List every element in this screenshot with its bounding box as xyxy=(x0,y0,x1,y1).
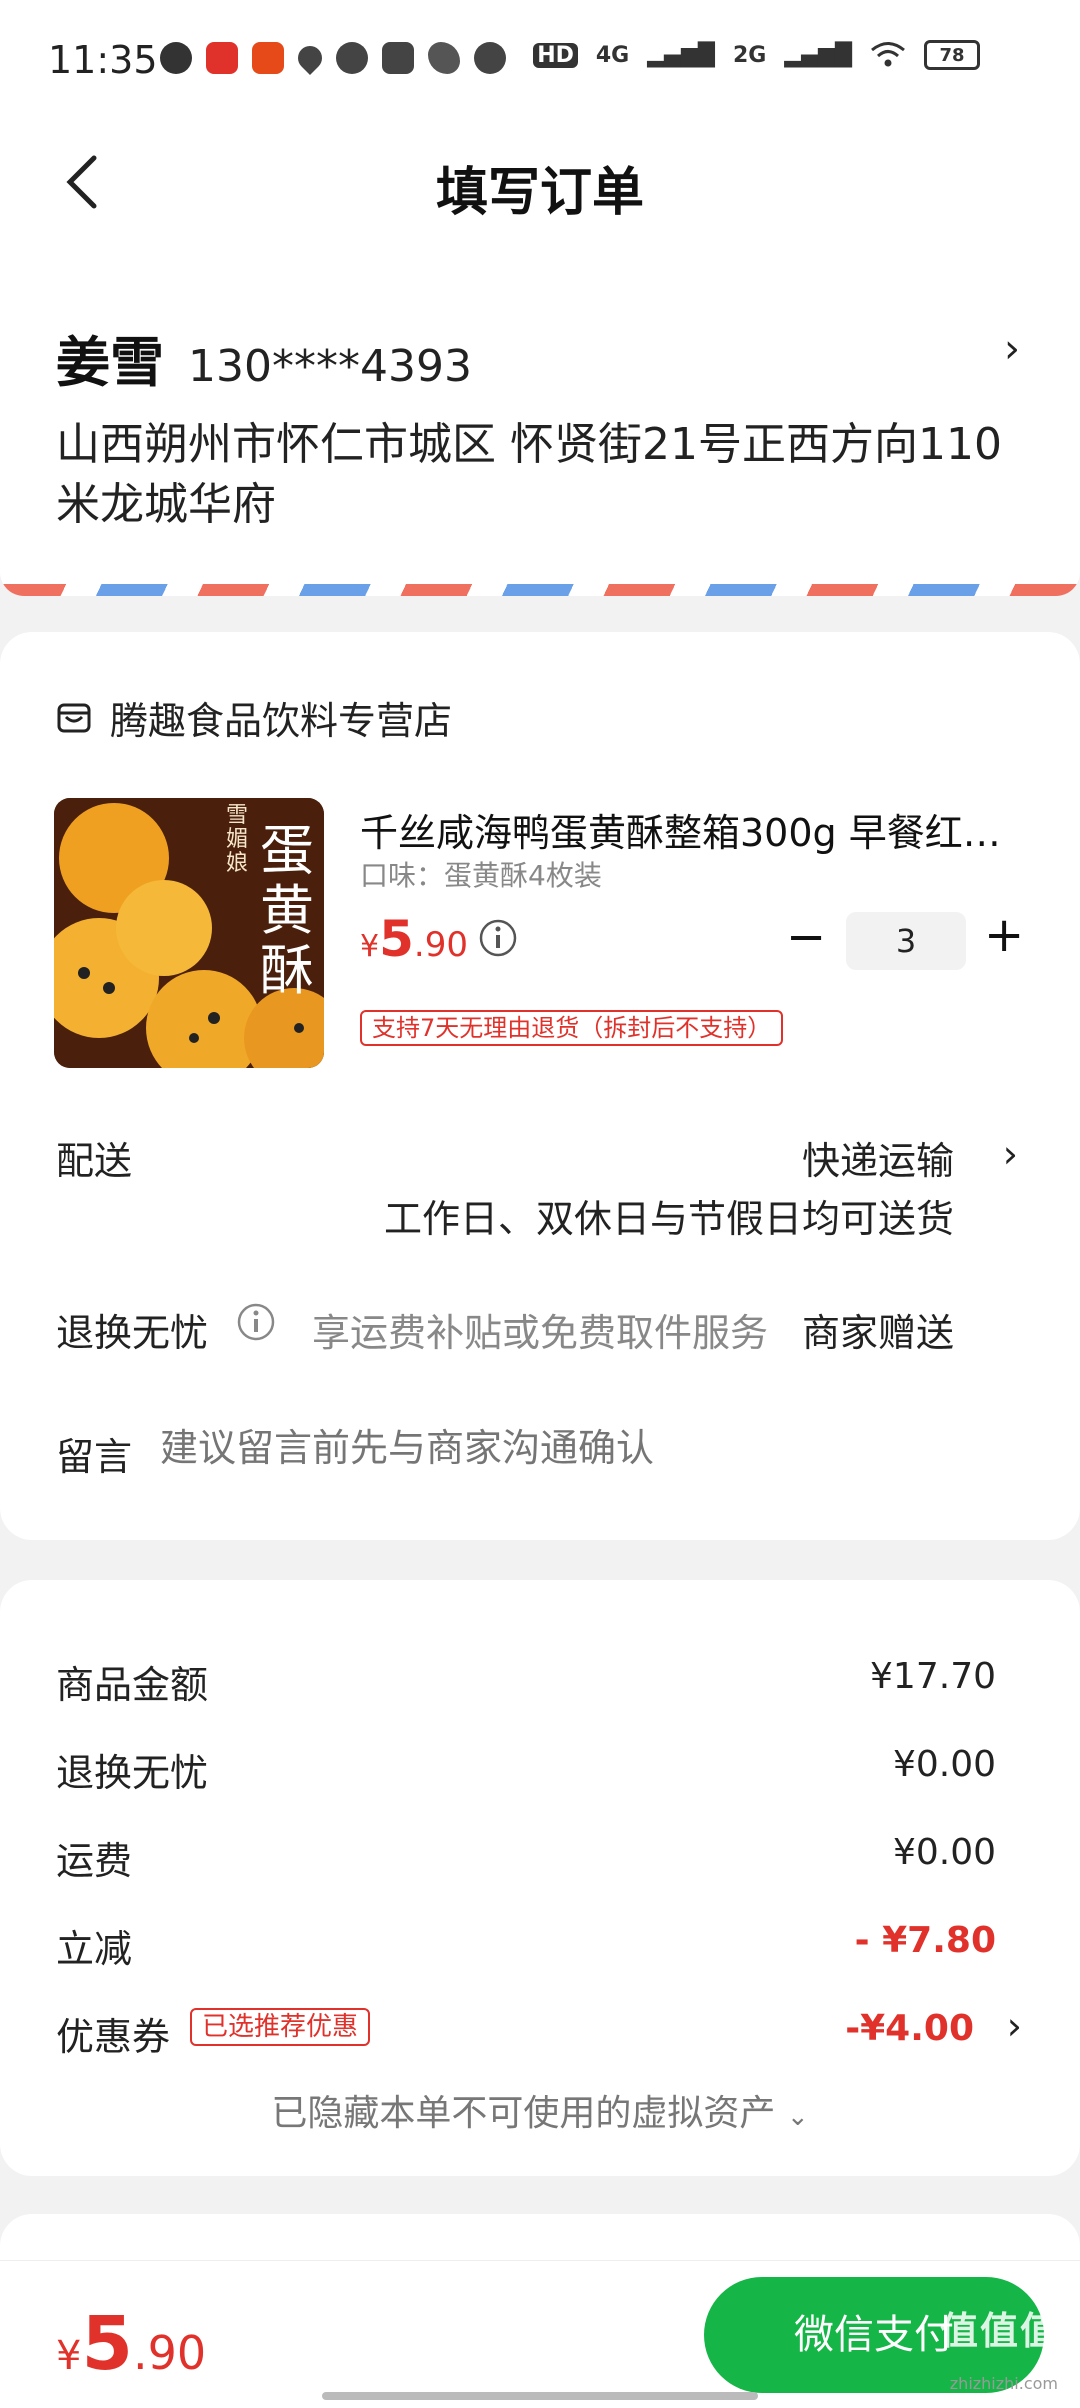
quantity-decrease-button[interactable]: − xyxy=(786,912,826,962)
shop-name: 腾趣食品饮料专营店 xyxy=(110,699,453,743)
home-indicator[interactable] xyxy=(322,2392,758,2400)
total-decimal: .90 xyxy=(132,2326,207,2380)
envelope-stripe xyxy=(0,584,1080,596)
coupon-recommend-tag: 已选推荐优惠 xyxy=(190,2008,371,2046)
chevron-down-icon: ⌄ xyxy=(786,2102,809,2132)
chevron-right-icon[interactable]: › xyxy=(1003,1132,1018,1176)
worry-free-description: 享运费补贴或免费取件服务 xyxy=(312,1311,769,1355)
app-red-icon xyxy=(206,42,238,74)
recipient-phone: 130****4393 xyxy=(188,341,472,392)
signal-2g-icon: 2G xyxy=(732,42,767,68)
shipping-fee-value: ¥0.00 xyxy=(892,1832,996,1873)
total-integer: 5 xyxy=(81,2301,133,2387)
address-detail: 山西朔州市怀仁市城区 怀贤街21号正西方向110米龙城华府 xyxy=(56,419,1002,530)
product-spec: 口味：蛋黄酥4枚装 xyxy=(360,859,602,892)
shipping-fee-label: 运费 xyxy=(56,1839,133,1883)
product-price: ¥ 5 .90 xyxy=(360,910,468,968)
return-policy-tag: 支持7天无理由退货（拆封后不支持） xyxy=(360,1010,784,1046)
watermark-url: zhizhizhi.com xyxy=(949,2374,1058,2393)
delivery-method[interactable]: 快递运输 xyxy=(802,1130,954,1185)
message-label: 留言 xyxy=(56,1435,133,1479)
nav-bar: 填写订单 xyxy=(0,124,1080,240)
product-image-title-3: 酥 xyxy=(260,939,314,1002)
delivery-label: 配送 xyxy=(56,1139,133,1183)
watermark: 值值值 xyxy=(939,2309,1060,2353)
info-icon[interactable] xyxy=(478,918,518,958)
wifi-icon xyxy=(871,42,905,67)
notification-icons xyxy=(160,41,506,75)
bird-icon xyxy=(428,42,460,74)
worry-free-fee-label: 退换无忧 xyxy=(56,1751,209,1795)
price-decimal: .90 xyxy=(413,925,468,965)
price-summary-card: 商品金额 ¥17.70 退换无忧 ¥0.00 运费 ¥0.00 立减 - ¥7.… xyxy=(0,1580,1080,2176)
coupon-label: 优惠券 xyxy=(56,2015,171,2059)
product-title[interactable]: 千丝咸海鸭蛋黄酥整箱300g 早餐红… xyxy=(360,802,1020,857)
address-card[interactable]: 姜雪 130****4393 › 山西朔州市怀仁市城区 怀贤街21号正西方向11… xyxy=(0,240,1080,596)
battery-level: 78 xyxy=(939,44,965,66)
location-icon xyxy=(293,41,327,75)
total-price: ¥ 5 .90 xyxy=(56,2301,206,2387)
discount-label: 立减 xyxy=(56,1927,133,1971)
status-time: 11:35 xyxy=(48,38,158,82)
message-input[interactable] xyxy=(160,1426,980,1470)
chevron-right-icon[interactable]: › xyxy=(1004,326,1020,372)
hidden-assets-toggle[interactable]: 已隐藏本单不可使用的虚拟资产 ⌄ xyxy=(0,2084,1080,2136)
taobao-icon xyxy=(252,42,284,74)
product-image[interactable]: 雪媚娘 蛋 黄 酥 xyxy=(54,798,324,1068)
checkout-bar: ¥ 5 .90 微信支付 xyxy=(0,2260,1080,2408)
page-title: 填写订单 xyxy=(435,163,644,223)
hidden-assets-text: 已隐藏本单不可使用的虚拟资产 xyxy=(271,2093,776,2134)
shop-icon xyxy=(57,703,91,732)
goods-amount-value: ¥17.70 xyxy=(870,1656,996,1697)
address-contact: 姜雪 130****4393 xyxy=(56,318,472,397)
recipient-name: 姜雪 xyxy=(56,331,164,394)
video-icon xyxy=(382,42,414,74)
product-image-brand: 雪媚娘 xyxy=(226,803,249,876)
shop-row[interactable]: 腾趣食品饮料专营店 xyxy=(56,690,452,745)
battery-icon: 78 xyxy=(924,40,980,70)
goods-amount-label: 商品金额 xyxy=(56,1663,209,1707)
status-bar: 11:35 HD 4G ▂▄▆█ 2G ▂▄▆█ 78 xyxy=(0,0,1080,124)
discount-value: - ¥7.80 xyxy=(854,1920,996,1961)
worry-free-fee-value: ¥0.00 xyxy=(892,1744,996,1785)
signal-4g-icon: 4G xyxy=(595,42,630,68)
info-icon[interactable] xyxy=(236,1302,276,1342)
gauge-icon xyxy=(474,42,506,74)
quantity-increase-button[interactable]: + xyxy=(984,910,1024,960)
chevron-right-icon[interactable]: › xyxy=(1007,2004,1022,2048)
coupon-value[interactable]: -¥4.00 xyxy=(845,2008,974,2049)
dewu-icon xyxy=(336,42,368,74)
price-symbol: ¥ xyxy=(360,929,380,964)
quantity-value[interactable]: 3 xyxy=(846,912,966,970)
hd-icon: HD xyxy=(533,42,578,68)
signal-bars-icon: ▂▄▆█ xyxy=(647,42,715,68)
status-right: HD 4G ▂▄▆█ 2G ▂▄▆█ 78 xyxy=(533,40,980,70)
total-symbol: ¥ xyxy=(56,2333,82,2379)
price-integer: 5 xyxy=(379,910,414,968)
worry-free-label: 退换无忧 xyxy=(56,1311,209,1355)
signal-bars-icon: ▂▄▆█ xyxy=(784,42,852,68)
qq-icon xyxy=(160,42,192,74)
order-card: 腾趣食品饮料专营店 雪媚娘 蛋 黄 酥 千丝咸海鸭蛋黄酥整箱300g 早餐红… … xyxy=(0,632,1080,1540)
worry-free-value: 商家赠送 xyxy=(801,1311,954,1355)
delivery-schedule: 工作日、双休日与节假日均可送货 xyxy=(383,1197,954,1241)
